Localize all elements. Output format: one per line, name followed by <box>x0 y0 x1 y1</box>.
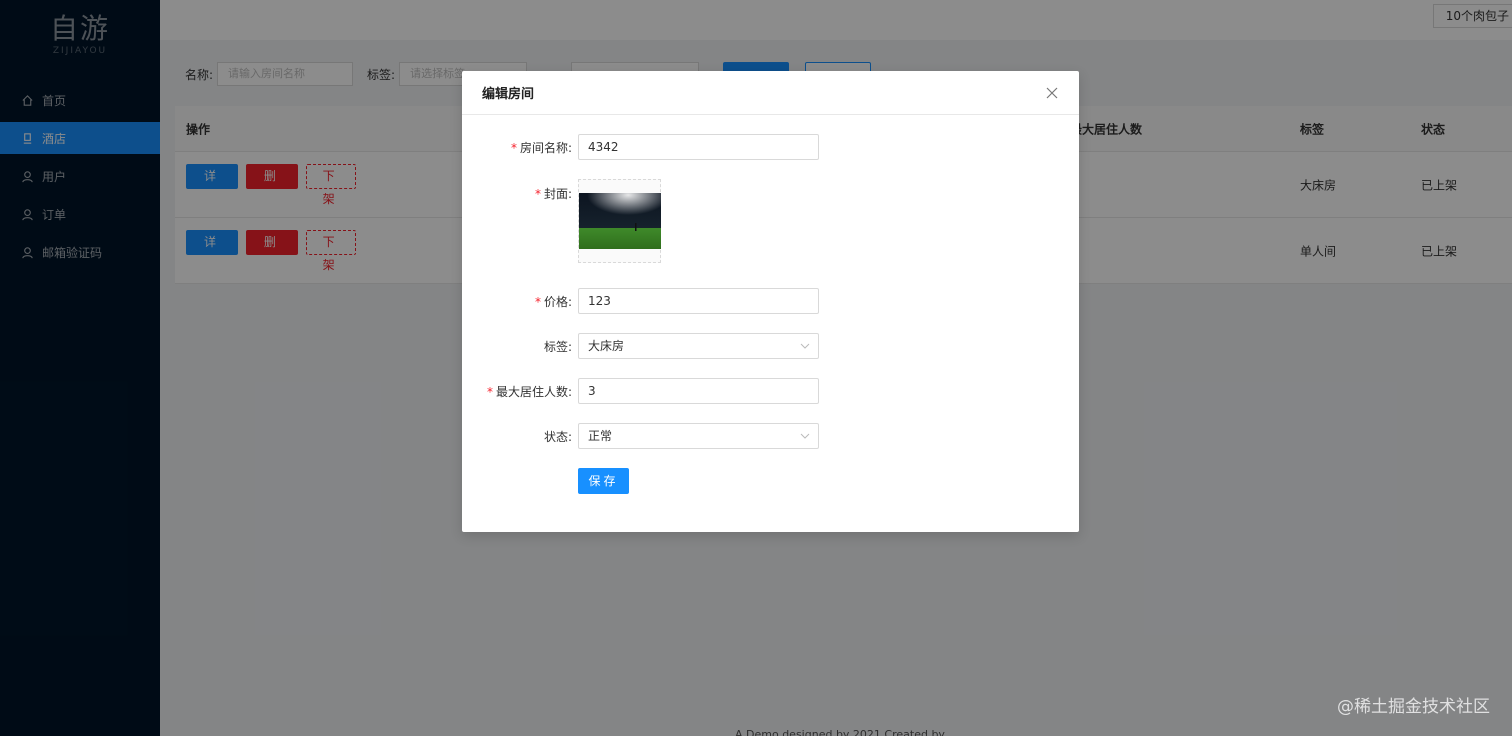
required-mark: * <box>486 384 493 399</box>
required-mark: * <box>534 187 541 201</box>
status-row: 状态: 正常 <box>462 423 1079 449</box>
cover-label: * 封面: <box>534 187 572 201</box>
save-button[interactable]: 保存 <box>578 468 629 494</box>
tag-select-value: 大床房 <box>588 339 625 353</box>
room-name-input[interactable]: 4342 <box>578 134 819 160</box>
required-mark: * <box>510 140 517 155</box>
tag-label: 标签: <box>543 339 572 354</box>
modal-title: 编辑房间 <box>482 87 535 102</box>
edit-room-modal: 编辑房间 * 房间名称: 4342 * 封面: * 价格: 123 标签: 大床… <box>462 71 1079 532</box>
cover-image <box>579 193 661 249</box>
room-name-row: * 房间名称: 4342 <box>462 134 1079 160</box>
price-input[interactable]: 123 <box>578 288 819 314</box>
close-icon[interactable] <box>1045 86 1059 100</box>
max-guests-label: * 最大居住人数: <box>486 384 572 399</box>
room-name-label: * 房间名称: <box>510 140 572 155</box>
status-label: 状态: <box>543 429 572 444</box>
watermark: @稀土掘金技术社区 <box>1337 697 1490 717</box>
cover-row: * 封面: <box>462 179 1079 263</box>
price-row: * 价格: 123 <box>462 288 1079 314</box>
status-select-value: 正常 <box>588 429 613 443</box>
max-guests-row: * 最大居住人数: 3 <box>462 378 1079 404</box>
chevron-down-icon <box>800 433 810 439</box>
modal-header: 编辑房间 <box>462 71 1079 115</box>
tag-row: 标签: 大床房 <box>462 333 1079 359</box>
max-guests-input[interactable]: 3 <box>578 378 819 404</box>
tag-select[interactable]: 大床房 <box>578 333 819 359</box>
price-label: * 价格: <box>534 294 572 309</box>
required-mark: * <box>534 294 541 309</box>
status-select[interactable]: 正常 <box>578 423 819 449</box>
chevron-down-icon <box>800 343 810 349</box>
cover-upload[interactable] <box>578 179 661 263</box>
